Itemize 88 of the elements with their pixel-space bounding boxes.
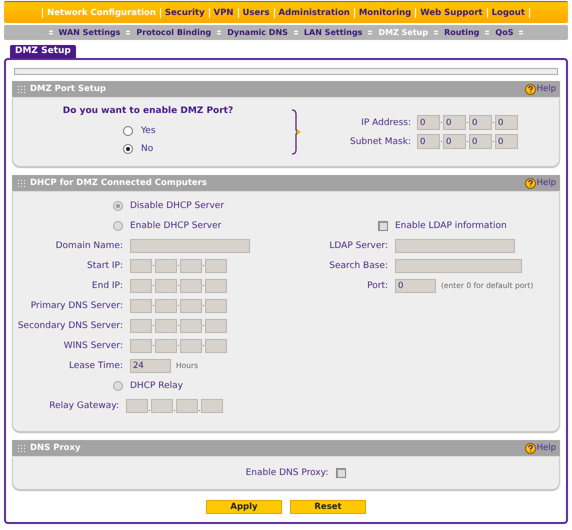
octet-field[interactable] xyxy=(205,338,227,352)
input-field[interactable] xyxy=(395,258,522,272)
reset-button[interactable]: Reset xyxy=(290,500,366,514)
submenu-tab[interactable]: LAN Settings xyxy=(304,28,362,37)
menu-tab[interactable]: Logout xyxy=(492,8,525,18)
octet-field[interactable]: 0 xyxy=(443,115,466,130)
menu-tab[interactable]: Users xyxy=(242,8,270,18)
help-link[interactable]: Help xyxy=(524,442,556,454)
field-label: WINS Server: xyxy=(64,340,123,350)
field-label: Relay Gateway: xyxy=(49,400,119,410)
question-text: Do you want to enable DMZ Port? xyxy=(62,106,234,116)
octet-field[interactable]: 0 xyxy=(469,134,492,149)
input-field[interactable] xyxy=(130,238,250,252)
octet-field[interactable] xyxy=(130,318,152,332)
octet-field[interactable]: 0 xyxy=(469,115,492,130)
octet-field[interactable] xyxy=(180,298,202,312)
octet-field[interactable] xyxy=(130,298,152,312)
octet-field[interactable] xyxy=(151,398,173,412)
octet-field[interactable] xyxy=(126,398,148,412)
octet-field[interactable] xyxy=(201,398,223,412)
field-label: Subnet Mask: xyxy=(349,136,411,146)
octet-field[interactable] xyxy=(180,318,202,332)
octet-field[interactable] xyxy=(205,318,227,332)
checkbox[interactable] xyxy=(378,220,388,230)
radio-label: Disable DHCP Server xyxy=(130,200,224,210)
octet-field[interactable] xyxy=(205,298,227,312)
help-icon xyxy=(524,442,536,454)
section-title: DMZ Port Setup xyxy=(30,84,108,94)
octet-field[interactable]: 0 xyxy=(417,134,440,149)
submenu-tab[interactable]: QoS xyxy=(495,28,514,37)
field-label: LDAP Server: xyxy=(329,240,388,250)
menu-tab[interactable]: Monitoring xyxy=(358,8,412,18)
help-link[interactable]: Help xyxy=(524,178,556,188)
octet-field[interactable] xyxy=(180,258,202,272)
submenu-tab[interactable]: WAN Settings xyxy=(58,28,120,37)
field-label: Port: xyxy=(367,280,388,290)
input-field[interactable] xyxy=(395,238,515,252)
field-label: End IP: xyxy=(92,280,123,290)
field-label: Enable DNS Proxy: xyxy=(246,468,328,478)
octet-field[interactable] xyxy=(180,278,202,292)
help-link[interactable]: Help xyxy=(524,84,556,94)
apply-button[interactable]: Apply xyxy=(206,500,282,514)
radio-label: DHCP Relay xyxy=(130,380,183,390)
field-label: Search Base: xyxy=(329,260,388,270)
menu-tab[interactable]: Web Support xyxy=(420,8,483,18)
submenu-tab[interactable]: Protocol Binding xyxy=(136,28,212,37)
octet-field[interactable] xyxy=(130,258,152,272)
help-icon xyxy=(524,84,536,94)
field-label: Lease Time: xyxy=(68,360,123,370)
submenu-tab[interactable]: Routing xyxy=(444,28,480,37)
brace-icon xyxy=(291,109,301,155)
octet-field[interactable] xyxy=(155,298,177,312)
field-label: Start IP: xyxy=(87,260,123,270)
menu-tab[interactable]: VPN xyxy=(214,8,234,18)
octet-field[interactable] xyxy=(130,278,152,292)
field-label: Domain Name: xyxy=(56,240,123,250)
checkbox[interactable] xyxy=(336,468,346,478)
help-icon xyxy=(524,178,536,188)
section-title: DNS Proxy xyxy=(30,443,82,453)
input-field[interactable]: 0 xyxy=(395,278,436,292)
octet-field[interactable] xyxy=(130,338,152,352)
radio-label: Enable DHCP Server xyxy=(130,220,222,230)
octet-field[interactable] xyxy=(155,258,177,272)
menu-tab[interactable]: Security xyxy=(164,8,205,18)
page-tab[interactable]: DMZ Setup xyxy=(10,45,76,58)
menu-tab[interactable]: Administration xyxy=(278,8,350,18)
octet-field[interactable]: 0 xyxy=(495,115,518,130)
octet-field[interactable] xyxy=(155,338,177,352)
submenu-tab[interactable]: Dynamic DNS xyxy=(227,28,288,37)
octet-field[interactable]: 0 xyxy=(495,134,518,149)
input-field[interactable]: 24 xyxy=(130,358,171,372)
radio-label: Yes xyxy=(141,126,156,136)
octet-field[interactable] xyxy=(180,338,202,352)
octet-field[interactable] xyxy=(176,398,198,412)
octet-field[interactable] xyxy=(155,278,177,292)
radio-button[interactable] xyxy=(123,144,133,154)
radio-button[interactable] xyxy=(123,126,133,136)
field-label: Secondary DNS Server: xyxy=(18,320,123,330)
octet-field[interactable] xyxy=(155,318,177,332)
octet-field[interactable]: 0 xyxy=(417,115,440,130)
field-label: IP Address: xyxy=(360,118,411,128)
radio-label: No xyxy=(141,144,154,154)
octet-field[interactable] xyxy=(205,278,227,292)
octet-field[interactable] xyxy=(205,258,227,272)
octet-field[interactable]: 0 xyxy=(443,134,466,149)
checkbox-label: Enable LDAP information xyxy=(395,220,507,230)
field-label: Primary DNS Server: xyxy=(30,300,123,310)
section-title: DHCP for DMZ Connected Computers xyxy=(30,178,208,188)
